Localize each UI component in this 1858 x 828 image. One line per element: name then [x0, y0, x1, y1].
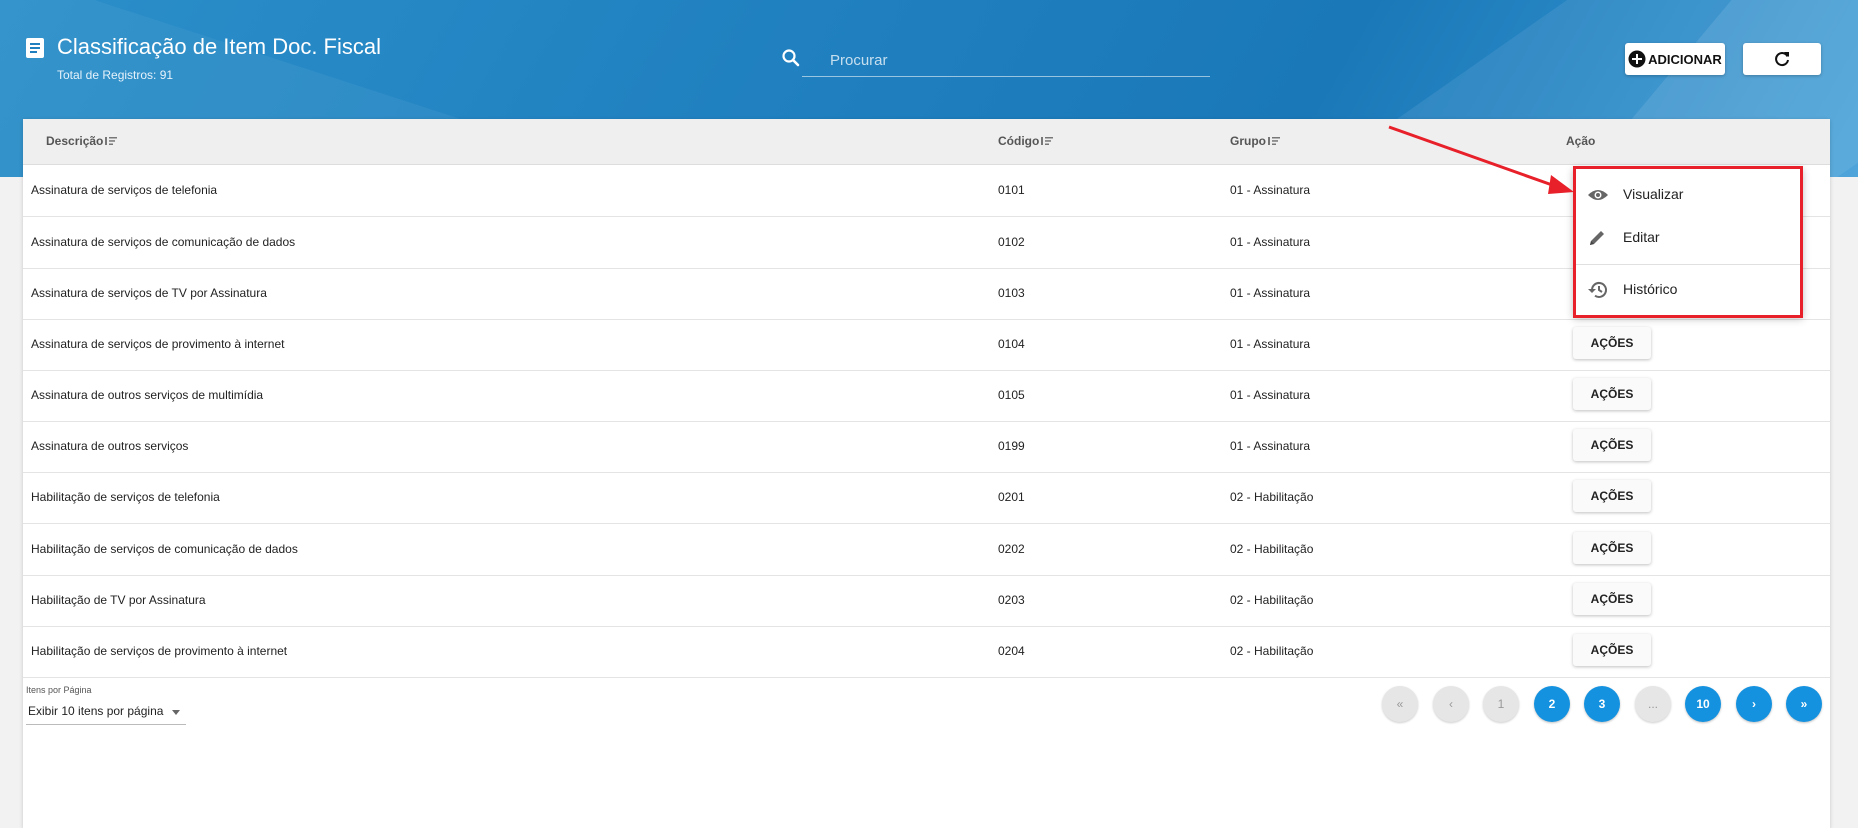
acoes-button[interactable]: AÇÕES — [1573, 583, 1651, 615]
table-row: Assinatura de serviços de provimento à i… — [23, 319, 1830, 371]
page-title: Classificação de Item Doc. Fiscal — [57, 34, 381, 59]
header-codigo[interactable]: Código — [998, 134, 1054, 148]
cell-codigo: 0202 — [998, 542, 1025, 556]
page-2-button[interactable]: 2 — [1534, 686, 1570, 722]
menu-divider — [1573, 264, 1803, 265]
items-per-page-label: Itens por Página — [26, 685, 92, 695]
cell-codigo: 0199 — [998, 439, 1025, 453]
cell-grupo: 02 - Habilitação — [1230, 490, 1314, 504]
add-button-label: ADICIONAR — [1648, 51, 1722, 67]
cell-codigo: 0104 — [998, 337, 1025, 351]
menu-item-label: Visualizar — [1623, 186, 1684, 202]
cell-grupo: 01 - Assinatura — [1230, 337, 1311, 351]
header-acao: Ação — [1566, 134, 1596, 148]
data-table-card: Descrição Código Grupo Ação Assinatura d… — [23, 119, 1830, 828]
total-records: Total de Registros: 91 — [57, 68, 174, 82]
page-last-button[interactable]: » — [1786, 686, 1822, 722]
table-row: Assinatura de serviços de comunicação de… — [23, 217, 1830, 269]
cell-descricao: Assinatura de outros serviços de multimí… — [31, 388, 264, 402]
table-header: Descrição Código Grupo Ação — [23, 119, 1830, 165]
cell-descricao: Assinatura de serviços de TV por Assinat… — [31, 286, 267, 300]
cell-codigo: 0103 — [998, 286, 1025, 300]
cell-codigo: 0102 — [998, 235, 1025, 249]
items-per-page-value: Exibir 10 itens por página — [28, 704, 164, 718]
header-descricao[interactable]: Descrição — [46, 134, 118, 148]
cell-codigo: 0203 — [998, 593, 1025, 607]
table-row: Assinatura de outros serviços 0199 01 - … — [23, 421, 1830, 473]
cell-grupo: 02 - Habilitação — [1230, 644, 1314, 658]
cell-grupo: 02 - Habilitação — [1230, 593, 1314, 607]
page-1-button[interactable]: 1 — [1483, 686, 1519, 722]
acoes-button[interactable]: AÇÕES — [1573, 429, 1651, 461]
menu-item-historico[interactable]: Histórico — [1573, 270, 1803, 310]
table-row: Habilitação de serviços de comunicação d… — [23, 524, 1830, 576]
acoes-button[interactable]: AÇÕES — [1573, 532, 1651, 564]
page-10-button[interactable]: 10 — [1685, 686, 1721, 722]
table-row: Habilitação de TV por Assinatura 0203 02… — [23, 575, 1830, 627]
cell-descricao: Habilitação de TV por Assinatura — [31, 593, 206, 607]
sort-icon — [1268, 137, 1280, 145]
table-row: Assinatura de serviços de TV por Assinat… — [23, 268, 1830, 320]
acoes-button[interactable]: AÇÕES — [1573, 378, 1651, 410]
cell-codigo: 0201 — [998, 490, 1025, 504]
menu-item-label: Editar — [1623, 229, 1660, 245]
document-icon — [26, 38, 44, 58]
page-next-button[interactable]: › — [1736, 686, 1772, 722]
acoes-button[interactable]: AÇÕES — [1573, 327, 1651, 359]
cell-grupo: 01 - Assinatura — [1230, 183, 1311, 197]
table-row: Habilitação de serviços de provimento à … — [23, 626, 1830, 678]
cell-descricao: Habilitação de serviços de provimento à … — [31, 644, 288, 658]
acoes-button[interactable]: AÇÕES — [1573, 480, 1651, 512]
page-3-button[interactable]: 3 — [1584, 686, 1620, 722]
pencil-icon — [1590, 231, 1604, 245]
cell-codigo: 0204 — [998, 644, 1025, 658]
history-icon — [1588, 281, 1607, 298]
acoes-button[interactable]: AÇÕES — [1573, 634, 1651, 666]
cell-codigo: 0105 — [998, 388, 1025, 402]
cell-codigo: 0101 — [998, 183, 1025, 197]
cell-descricao: Assinatura de serviços de telefonia — [31, 183, 218, 197]
items-per-page-select[interactable]: Exibir 10 itens por página — [26, 700, 186, 725]
menu-item-editar[interactable]: Editar — [1573, 218, 1803, 258]
page-ellipsis: ... — [1635, 686, 1671, 722]
refresh-icon — [1775, 52, 1789, 67]
cell-grupo: 01 - Assinatura — [1230, 439, 1311, 453]
search-bar — [782, 46, 1210, 77]
table-row: Assinatura de outros serviços de multimí… — [23, 370, 1830, 422]
cell-grupo: 01 - Assinatura — [1230, 286, 1311, 300]
sort-icon — [1041, 137, 1054, 145]
plus-circle-icon — [1628, 50, 1646, 68]
menu-item-label: Histórico — [1623, 281, 1678, 297]
cell-descricao: Assinatura de outros serviços — [31, 439, 189, 453]
cell-grupo: 01 - Assinatura — [1230, 388, 1311, 402]
refresh-button[interactable] — [1743, 43, 1821, 75]
page-prev-button[interactable]: ‹ — [1433, 686, 1469, 722]
search-icon — [782, 49, 800, 67]
cell-grupo: 02 - Habilitação — [1230, 542, 1314, 556]
cell-descricao: Assinatura de serviços de provimento à i… — [31, 337, 285, 351]
table-row: Assinatura de serviços de telefonia 0101… — [23, 165, 1830, 217]
add-button[interactable]: ADICIONAR — [1625, 43, 1725, 75]
cell-grupo: 01 - Assinatura — [1230, 235, 1311, 249]
caret-down-icon — [172, 710, 180, 715]
actions-menu: Visualizar Editar Histórico — [1573, 167, 1803, 317]
menu-item-visualizar[interactable]: Visualizar — [1573, 175, 1803, 215]
eye-icon — [1588, 190, 1608, 200]
header-grupo[interactable]: Grupo — [1230, 134, 1280, 148]
table-row: Habilitação de serviços de telefonia 020… — [23, 472, 1830, 524]
cell-descricao: Habilitação de serviços de comunicação d… — [31, 542, 298, 556]
cell-descricao: Habilitação de serviços de telefonia — [31, 490, 220, 504]
search-input[interactable] — [830, 46, 1210, 74]
page-first-button[interactable]: « — [1382, 686, 1418, 722]
sort-icon — [105, 137, 118, 145]
cell-descricao: Assinatura de serviços de comunicação de… — [31, 235, 296, 249]
